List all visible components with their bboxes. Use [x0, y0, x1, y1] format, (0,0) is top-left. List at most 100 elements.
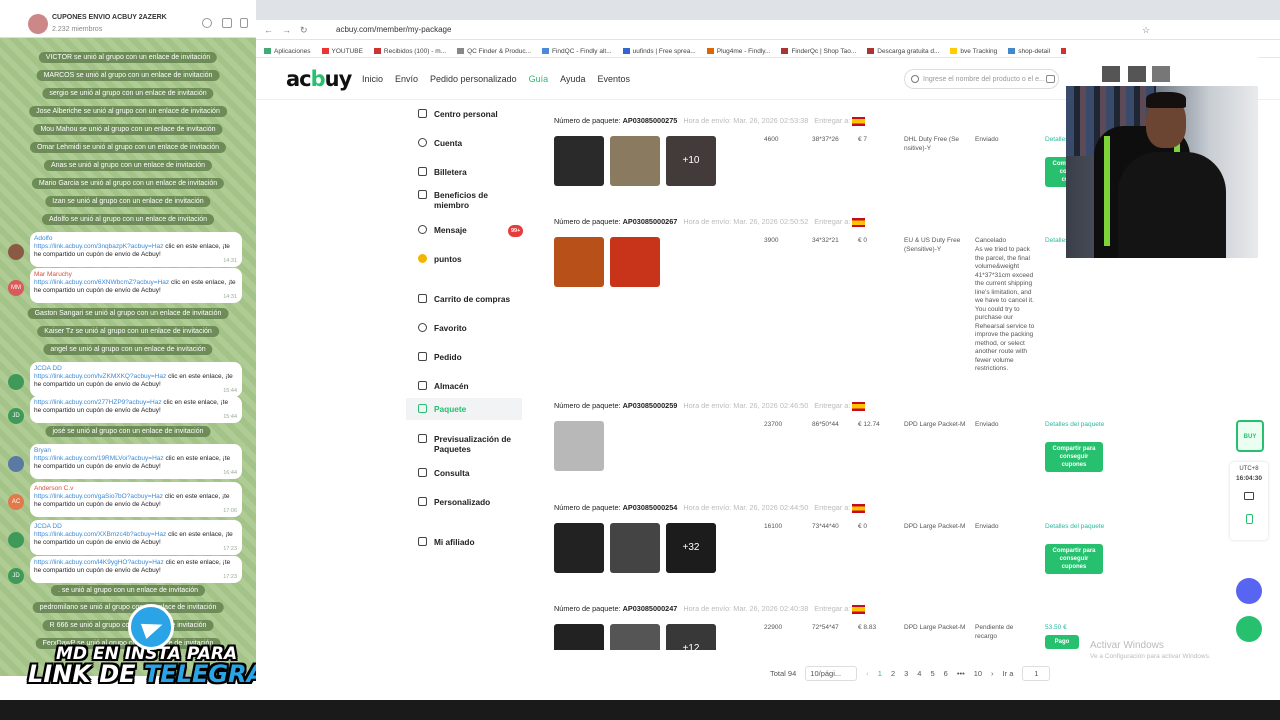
chat-message[interactable]: https://link.acbuy.com/277HZP9?acbuy=Haz… — [30, 396, 242, 423]
sidebar-item[interactable]: Almacén — [406, 381, 522, 391]
product-thumbnail[interactable] — [554, 421, 604, 471]
page-number[interactable]: 3 — [904, 669, 908, 678]
sidebar-item[interactable]: Personalizado — [406, 497, 522, 507]
more-items-count[interactable]: +10 — [666, 136, 716, 186]
cart-icon[interactable] — [1244, 492, 1254, 500]
more-items-count[interactable]: +32 — [666, 523, 716, 573]
product-thumbnail[interactable] — [554, 523, 604, 573]
sidebar-item[interactable]: Favorito — [406, 323, 522, 333]
invite-link[interactable]: https://link.acbuy.com/3nqbazpK?acbuy=Ha… — [34, 243, 163, 250]
discord-icon[interactable] — [1236, 578, 1262, 604]
reload-icon[interactable]: ↻ — [300, 25, 308, 36]
bookmark-item[interactable]: Plug4me - Findly... — [706, 48, 770, 55]
bookmark-item[interactable]: shop-detail — [1008, 48, 1050, 55]
sidebar-item[interactable]: Previsualización de Paquetes — [406, 434, 522, 454]
user-avatar[interactable] — [8, 532, 24, 548]
user-avatar[interactable] — [8, 244, 24, 260]
prev-page-icon[interactable]: ‹ — [866, 669, 869, 678]
user-avatar[interactable] — [8, 374, 24, 390]
invite-link[interactable]: https://link.acbuy.com/6XNWbcmZ?acbuy=Ha… — [34, 279, 169, 286]
bookmark-item[interactable]: Aplicaciones — [264, 48, 311, 55]
bookmark-star-icon[interactable]: ☆ — [1142, 25, 1150, 36]
nav-link[interactable]: Eventos — [597, 74, 630, 84]
bookmark-item[interactable]: YOUTUBE — [321, 48, 363, 55]
user-avatar[interactable] — [8, 456, 24, 472]
go-to-page-input[interactable]: 1 — [1022, 666, 1051, 681]
invite-link[interactable]: https://link.acbuy.com/gaSio7bO?acbuy=Ha… — [34, 493, 163, 500]
chat-header[interactable]: CUPONES ENVIO ACBUY 2AZERK 2.232 miembro… — [0, 0, 256, 38]
sidebar-item[interactable]: Cuenta — [406, 138, 522, 148]
package-id[interactable]: AP03085000259 — [623, 401, 678, 410]
share-coupon-button[interactable]: Compartir para conseguir cupones — [1045, 544, 1103, 574]
bookmark-item[interactable]: FindQC - Findly alt... — [542, 48, 612, 55]
chat-message[interactable]: JCDA DD https://link.acbuy.com/lvZKMXKQ?a… — [30, 362, 242, 397]
product-thumbnail[interactable] — [554, 237, 604, 287]
user-avatar[interactable]: MM — [8, 280, 24, 296]
invite-link[interactable]: https://link.acbuy.com/XXBmzc4b?acbuy=Ha… — [34, 531, 166, 538]
sidebar-item[interactable]: Billetera — [406, 167, 522, 177]
product-thumbnail[interactable]: +10 — [666, 136, 716, 186]
product-thumbnail[interactable] — [554, 136, 604, 186]
package-id[interactable]: AP03085000254 — [623, 503, 678, 512]
nav-link[interactable]: Guía — [529, 74, 549, 84]
user-avatar[interactable]: JD — [8, 568, 24, 584]
bookmark-item[interactable]: bve Tracking — [950, 48, 997, 55]
chat-message[interactable]: https://link.acbuy.com/l4K9ygHO?acbuy=Ha… — [30, 556, 242, 583]
forward-icon[interactable]: → — [282, 25, 291, 35]
product-thumbnail[interactable] — [554, 624, 604, 650]
chat-message[interactable]: Anderson C.v https://link.acbuy.com/gaSio… — [30, 482, 242, 517]
package-id[interactable]: AP03085000275 — [623, 116, 678, 125]
nav-link[interactable]: Envío — [395, 74, 418, 84]
tab-strip[interactable] — [256, 0, 1280, 20]
page-number[interactable]: 5 — [930, 669, 934, 678]
invite-link[interactable]: https://link.acbuy.com/lvZKMXKQ?acbuy=Ha… — [34, 373, 166, 380]
sidebar-item[interactable]: Pedido — [406, 352, 522, 362]
user-avatar[interactable]: AC — [8, 494, 24, 510]
nav-link[interactable]: Inicio — [362, 74, 383, 84]
share-coupon-button[interactable]: Compartir para conseguir cupones — [1045, 442, 1103, 472]
package-id[interactable]: AP03085000267 — [623, 217, 678, 226]
nav-link[interactable]: Ayuda — [560, 74, 585, 84]
more-icon[interactable] — [240, 18, 248, 28]
package-details-link[interactable]: Detalles del paquete — [1045, 421, 1105, 430]
product-thumbnail[interactable]: +12 — [666, 624, 716, 650]
page-number[interactable]: 4 — [917, 669, 921, 678]
pay-button[interactable]: Pago — [1045, 635, 1079, 649]
package-details-link[interactable]: Detalles del paquete — [1045, 523, 1105, 532]
search-icon[interactable] — [202, 18, 212, 28]
chat-message[interactable]: Adolfo https://link.acbuy.com/3nqbazpK?ac… — [30, 232, 242, 267]
product-thumbnail[interactable]: +32 — [666, 523, 716, 573]
bookmark-item[interactable]: uufinds | Free sprea... — [622, 48, 696, 55]
more-items-count[interactable]: +12 — [666, 624, 716, 650]
user-avatar[interactable]: JD — [8, 408, 24, 424]
sidebar-item[interactable]: Centro personal — [406, 109, 522, 119]
sidebar-toggle-icon[interactable] — [222, 18, 232, 28]
page-number[interactable]: 1 — [878, 669, 882, 678]
sidebar-item[interactable]: Carrito de compras — [406, 294, 522, 304]
chat-message[interactable]: Mar Maruchy https://link.acbuy.com/6XNWbc… — [30, 268, 242, 303]
go-to-buy-icon[interactable]: BUY — [1236, 420, 1264, 452]
bookmark-item[interactable]: FinderQc | Shop Tao... — [781, 48, 856, 55]
product-search-input[interactable]: Ingrese el nombre del producto o el e... — [904, 69, 1059, 89]
back-icon[interactable]: ← — [264, 25, 273, 35]
nav-link[interactable]: Pedido personalizado — [430, 74, 517, 84]
product-thumbnail[interactable] — [610, 237, 660, 287]
page-number[interactable]: 2 — [891, 669, 895, 678]
invite-link[interactable]: https://link.acbuy.com/l4K9ygHO?acbuy=Ha… — [34, 559, 164, 566]
product-thumbnail[interactable] — [610, 523, 660, 573]
sidebar-item[interactable]: Consulta — [406, 468, 522, 478]
chat-message[interactable]: JCDA DD https://link.acbuy.com/XXBmzc4b?a… — [30, 520, 242, 555]
page-number[interactable]: 10 — [974, 669, 982, 678]
package-id[interactable]: AP03085000247 — [623, 604, 678, 613]
sidebar-item[interactable]: Paquete — [406, 398, 522, 420]
page-number[interactable]: 6 — [944, 669, 948, 678]
product-thumbnail[interactable] — [610, 624, 660, 650]
phone-icon[interactable] — [1245, 514, 1253, 524]
bookmark-item[interactable]: QC Finder & Produc... — [457, 48, 531, 55]
sidebar-item[interactable]: Mensaje 99+ — [406, 225, 524, 237]
page-size-select[interactable]: 10/pági... — [805, 666, 858, 681]
sidebar-item[interactable]: Mi afiliado — [406, 537, 522, 547]
product-thumbnail[interactable] — [610, 136, 660, 186]
invite-link[interactable]: https://link.acbuy.com/277HZP9?acbuy=Haz — [34, 399, 162, 406]
page-number[interactable]: ••• — [957, 669, 965, 678]
